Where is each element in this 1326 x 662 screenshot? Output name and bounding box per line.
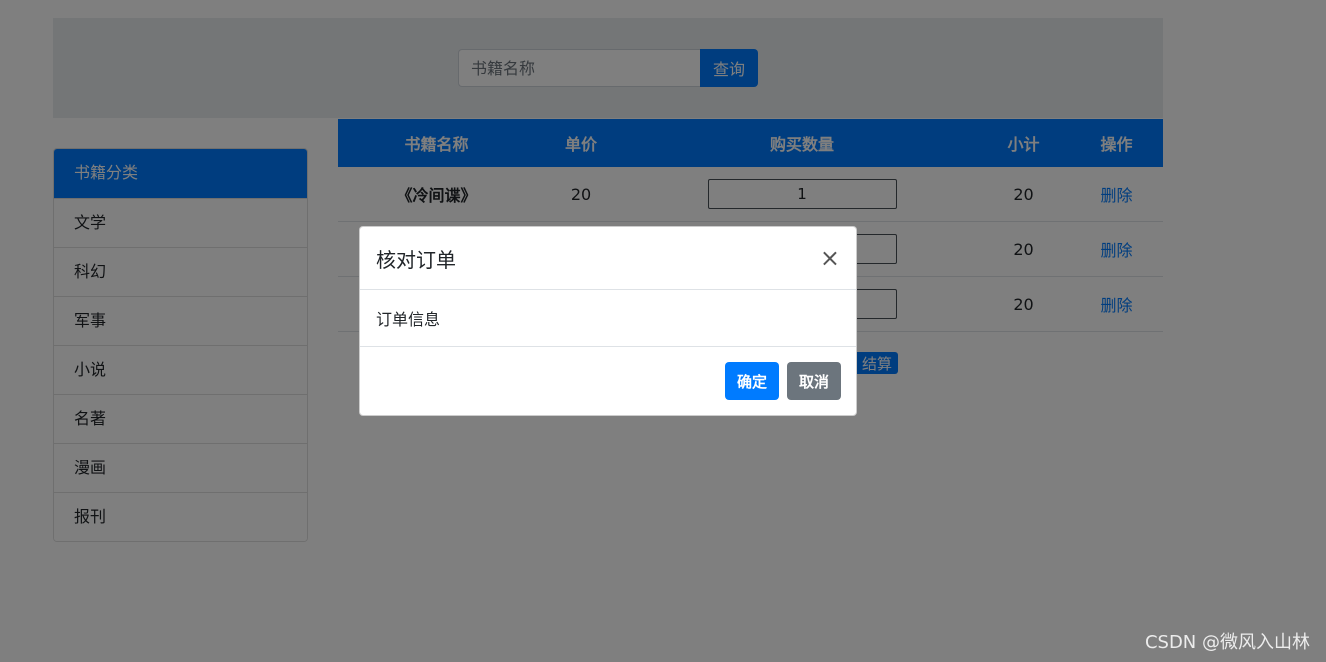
watermark: CSDN @微风入山林 xyxy=(1144,632,1310,653)
order-check-modal: 核对订单 × 订单信息 确定 取消 xyxy=(359,226,857,416)
modal-title: 核对订单 xyxy=(376,247,456,272)
order-info-text: 订单信息 xyxy=(376,310,441,329)
confirm-button[interactable]: 确定 xyxy=(724,362,779,400)
modal-footer: 确定 取消 xyxy=(360,347,856,415)
modal-header: 核对订单 × xyxy=(360,227,856,290)
cancel-button[interactable]: 取消 xyxy=(786,362,841,400)
modal-body: 订单信息 xyxy=(360,290,856,347)
close-icon[interactable]: × xyxy=(820,246,840,270)
